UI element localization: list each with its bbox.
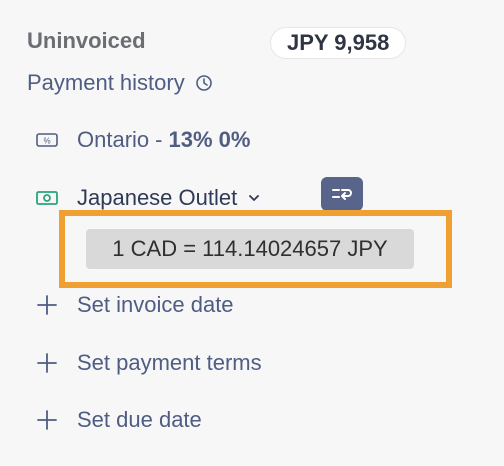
chevron-down-icon [249,195,260,201]
swap-icon [332,189,352,200]
set-payment-terms-label: Set payment terms [77,350,262,375]
swap-currency-button[interactable] [321,177,363,211]
plus-icon [37,410,57,430]
clock-icon [195,75,212,91]
payment-history-link[interactable]: Payment history [27,70,213,96]
price-list-selector[interactable]: Japanese Outlet [36,185,261,211]
tax-rates: 13% 0% [168,127,251,152]
tax-name: Ontario [77,127,150,152]
percent-tag-icon: % [36,133,58,147]
tax-separator: - [155,127,163,152]
tax-row[interactable]: % Ontario - 13% 0% [36,127,250,153]
payment-history-label: Payment history [27,70,185,95]
set-due-date-button[interactable]: Set due date [36,407,202,433]
plus-icon [37,295,57,315]
price-list-name: Japanese Outlet [77,185,238,210]
set-payment-terms-button[interactable]: Set payment terms [36,350,262,376]
set-due-date-label: Set due date [77,407,202,432]
svg-text:%: % [43,137,50,146]
set-invoice-date-label: Set invoice date [77,292,234,317]
plus-icon [37,353,57,373]
uninvoiced-amount-badge: JPY 9,958 [270,27,407,59]
cash-icon [36,191,58,205]
set-invoice-date-button[interactable]: Set invoice date [36,292,234,318]
uninvoiced-label: Uninvoiced [27,28,146,53]
exchange-rate-field[interactable]: 1 CAD = 114.14024657 JPY [86,229,414,269]
